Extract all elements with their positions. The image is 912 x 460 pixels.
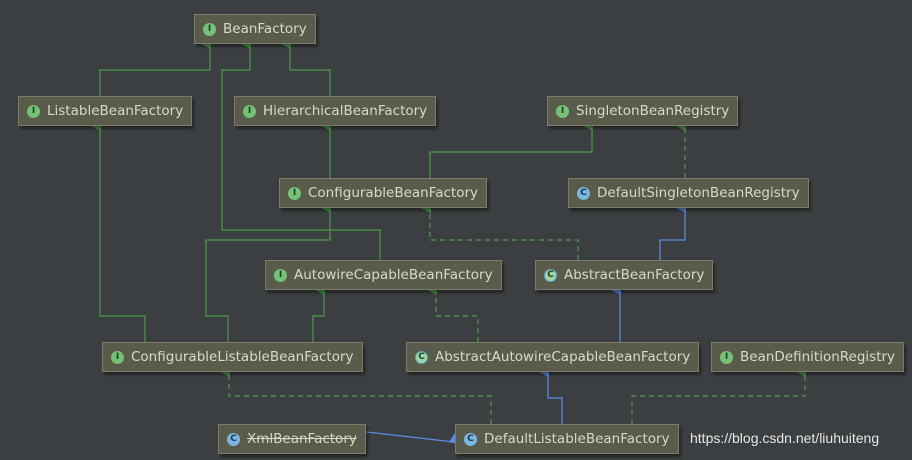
node-label: DefaultListableBeanFactory	[484, 431, 670, 447]
node-listable-bean-factory[interactable]: I ListableBeanFactory	[18, 96, 193, 126]
node-singleton-bean-registry[interactable]: I SingletonBeanRegistry	[547, 96, 739, 126]
class-icon: C	[227, 432, 240, 446]
node-label: HierarchicalBeanFactory	[263, 103, 428, 119]
interface-icon: I	[720, 350, 733, 364]
edge-listable-to-beanfactory	[99, 39, 211, 96]
edge-abstractbeanfactory-to-defaultsingleton	[659, 203, 686, 260]
edge-defaultlistable-to-abstractautowire	[539, 367, 563, 424]
node-label: BeanDefinitionRegistry	[740, 349, 896, 365]
node-label: ConfigurableListableBeanFactory	[131, 349, 354, 365]
edge-xml-to-defaultlistable	[357, 430, 459, 444]
node-label: BeanFactory	[223, 21, 307, 37]
node-abstract-autowire-capable-bean-factory[interactable]: C AbstractAutowireCapableBeanFactory	[406, 342, 700, 372]
node-configurable-listable-bean-factory[interactable]: I ConfigurableListableBeanFactory	[102, 342, 363, 372]
abstract-class-icon: C	[544, 268, 557, 282]
node-label: DefaultSingletonBeanRegistry	[597, 185, 800, 201]
interface-icon: I	[243, 104, 256, 118]
node-label: ListableBeanFactory	[47, 103, 184, 119]
node-abstract-bean-factory[interactable]: C AbstractBeanFactory	[535, 260, 714, 290]
interface-icon: I	[556, 104, 569, 118]
interface-icon: I	[274, 268, 287, 282]
node-default-listable-bean-factory[interactable]: C DefaultListableBeanFactory	[455, 424, 679, 454]
edge-autowire-to-beanfactory	[221, 39, 381, 260]
watermark-text: https://blog.csdn.net/liuhuiteng	[690, 430, 880, 446]
class-icon: C	[577, 186, 590, 200]
node-label: ConfigurableBeanFactory	[308, 185, 479, 201]
edge-configlistable-to-listable	[91, 121, 146, 342]
interface-icon: I	[203, 22, 216, 36]
interface-icon: I	[27, 104, 40, 118]
edge-hierarchical-to-beanfactory	[281, 39, 331, 96]
node-autowire-capable-bean-factory[interactable]: I AutowireCapableBeanFactory	[265, 260, 502, 290]
edge-defaultlistable-to-configlistable	[220, 367, 492, 424]
edge-configurable-to-singletonregistry	[429, 121, 593, 178]
edge-configlistable-to-autowire	[312, 285, 325, 342]
node-label: AbstractBeanFactory	[564, 267, 705, 283]
class-icon: C	[464, 432, 477, 446]
node-default-singleton-bean-registry[interactable]: C DefaultSingletonBeanRegistry	[568, 178, 809, 208]
node-bean-factory[interactable]: I BeanFactory	[194, 14, 316, 44]
edge-abstractbeanfactory-to-configurable	[421, 203, 579, 260]
node-xml-bean-factory[interactable]: C XmlBeanFactory	[218, 424, 366, 454]
interface-icon: I	[111, 350, 124, 364]
edges-layer	[91, 39, 806, 444]
abstract-class-icon: C	[415, 350, 428, 364]
node-bean-definition-registry[interactable]: I BeanDefinitionRegistry	[711, 342, 905, 372]
node-hierarchical-bean-factory[interactable]: I HierarchicalBeanFactory	[234, 96, 437, 126]
node-label: SingletonBeanRegistry	[576, 103, 730, 119]
node-label: AbstractAutowireCapableBeanFactory	[435, 349, 691, 365]
node-label: XmlBeanFactory	[247, 431, 357, 447]
node-label: AutowireCapableBeanFactory	[294, 267, 493, 283]
edge-abstractautowire-to-autowire	[427, 285, 479, 342]
interface-icon: I	[288, 186, 301, 200]
node-configurable-bean-factory[interactable]: I ConfigurableBeanFactory	[279, 178, 488, 208]
edge-defaultlistable-to-beandefinitionregistry	[631, 367, 806, 424]
